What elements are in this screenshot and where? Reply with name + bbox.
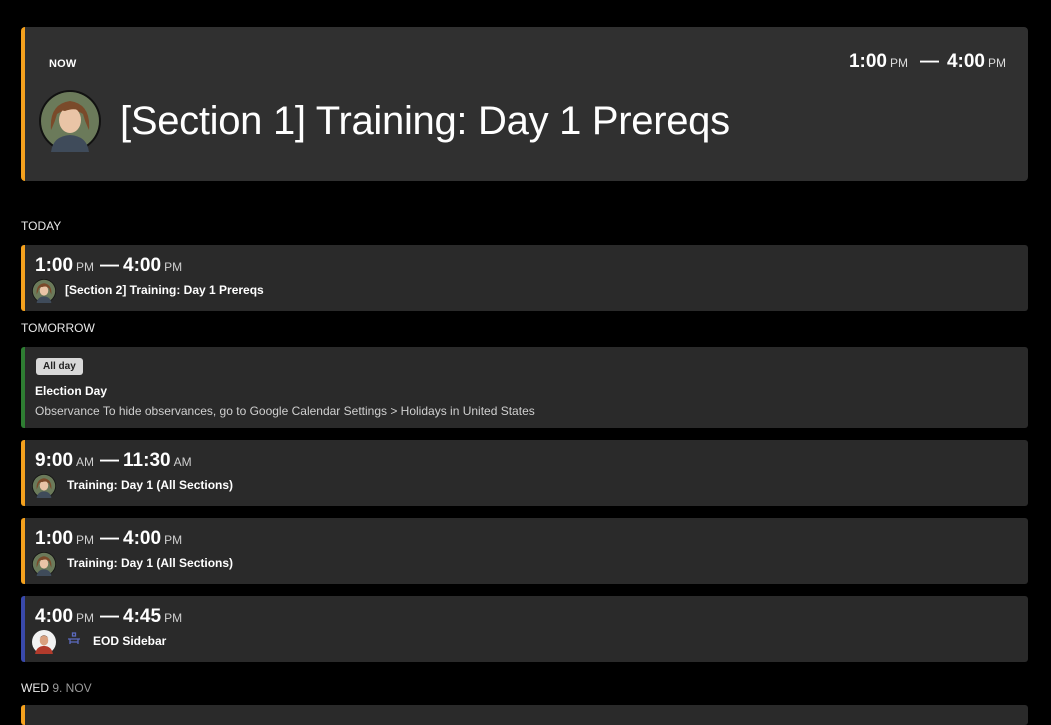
- all-day-title: Election Day: [35, 384, 108, 398]
- event-card[interactable]: 4:00 PM —4:45 PM EOD Sidebar: [21, 596, 1028, 662]
- event-time-range: 1:00 PM —4:00 PM: [35, 255, 183, 276]
- end-ampm: PM: [988, 56, 1006, 70]
- event-card[interactable]: [21, 705, 1028, 725]
- event-title: Training: Day 1 (All Sections): [67, 556, 234, 570]
- now-label: NOW: [49, 58, 77, 70]
- event-time-range: 4:00 PM —4:45 PM: [35, 606, 183, 627]
- event-title: [Section 2] Training: Day 1 Prereqs: [65, 283, 264, 297]
- day-header-today: TODAY: [21, 219, 62, 233]
- now-time-range: 1:00 PM —4:00 PM: [849, 51, 1006, 73]
- event-title: Training: Day 1 (All Sections): [67, 478, 234, 492]
- time-dash: —: [919, 51, 939, 72]
- start-ampm: PM: [889, 56, 908, 70]
- all-day-badge: All day: [36, 358, 83, 375]
- start-time: 1:00: [848, 51, 887, 72]
- woman-avatar: [32, 552, 56, 576]
- woman-avatar: [39, 90, 101, 152]
- woman-avatar: [32, 474, 56, 498]
- man-avatar: [32, 630, 56, 654]
- event-time-range: 1:00 PM —4:00 PM: [35, 528, 183, 549]
- day-header-wed: WED 9. NOV: [21, 681, 92, 695]
- event-title: EOD Sidebar: [93, 634, 167, 648]
- woman-avatar: [32, 279, 56, 303]
- now-card[interactable]: NOW 1:00 PM —4:00 PM [Section 1] Training: …: [21, 27, 1028, 181]
- end-time: 4:00: [946, 51, 985, 72]
- now-event-title: [Section 1] Training: Day 1 Prereqs: [120, 99, 730, 143]
- meeting-room-icon: [68, 632, 80, 644]
- day-header-tomorrow: TOMORROW: [21, 321, 95, 335]
- event-card[interactable]: 9:00 AM —11:30 AM Training: Day 1 (All Sect…: [21, 440, 1028, 506]
- event-card[interactable]: 1:00 PM —4:00 PM Training: Day 1 (All Secti…: [21, 518, 1028, 584]
- event-time-range: 9:00 AM —11:30 AM: [35, 450, 192, 471]
- all-day-description: Observance To hide observances, go to Go…: [35, 404, 535, 418]
- all-day-event-card[interactable]: All day Election Day Observance To hide …: [21, 347, 1028, 428]
- event-card[interactable]: 1:00 PM —4:00 PM [Section 2] Training: Day …: [21, 245, 1028, 311]
